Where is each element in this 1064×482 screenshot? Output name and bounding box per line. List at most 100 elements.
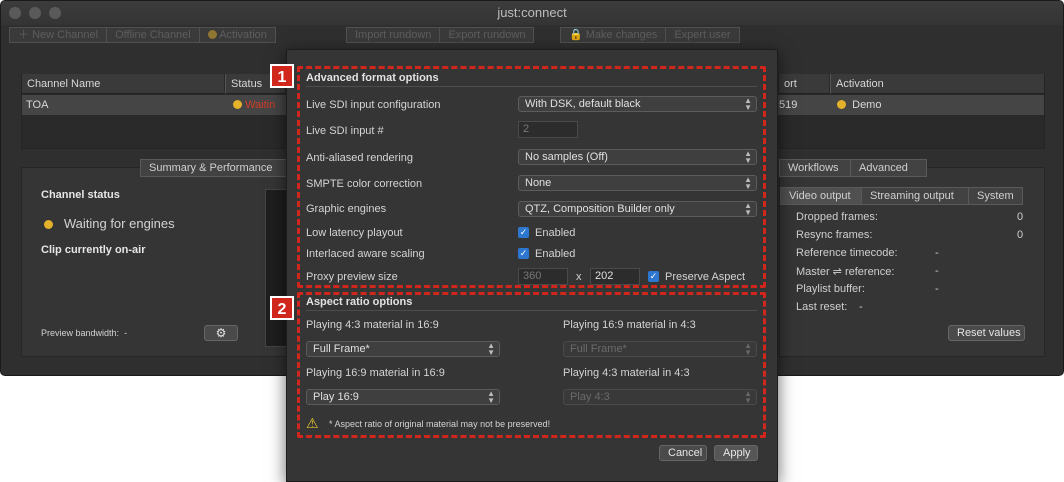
column-header-port[interactable]: ort	[779, 74, 829, 94]
interlaced-checkbox[interactable]: ✓	[518, 248, 529, 259]
playlist-buffer-value: -	[935, 283, 939, 295]
annotation-badge-1: 1	[270, 64, 294, 88]
proxy-height-field[interactable]: 202	[590, 268, 640, 285]
updown-arrows-icon: ▲ ▼	[487, 389, 495, 405]
plus-icon: ＋	[18, 29, 33, 41]
updown-arrows-icon: ▲ ▼	[744, 149, 752, 165]
reset-values-button[interactable]: Reset values	[948, 325, 1025, 341]
column-header-activation[interactable]: Activation	[830, 74, 1044, 94]
warning-icon: ⚠	[306, 415, 319, 431]
import-rundown-button[interactable]: Import rundown	[346, 27, 441, 43]
master-reference-value: -	[935, 265, 939, 277]
expert-user-button[interactable]: Expert user	[666, 27, 740, 43]
clip-on-air-heading: Clip currently on-air	[41, 244, 146, 256]
annotation-box-aspect	[297, 292, 766, 438]
status-dot-icon	[207, 30, 217, 39]
reference-timecode-value: -	[935, 247, 939, 259]
close-window-button[interactable]	[9, 7, 21, 19]
status-dot-icon	[837, 100, 846, 109]
graphic-engines-label: Graphic engines	[306, 203, 387, 215]
dropped-frames-label: Dropped frames:	[796, 211, 878, 223]
checkmark-icon: ✓	[519, 248, 528, 258]
status-dot-icon	[44, 220, 53, 229]
reference-timecode-label: Reference timecode:	[796, 247, 898, 259]
p169-in-169-select[interactable]: Play 16:9 ▲ ▼	[306, 389, 500, 405]
p43-in-43-label: Playing 4:3 material in 4:3	[563, 367, 690, 379]
interlaced-check-label: Enabled	[535, 248, 576, 260]
permissions-toolbar: 🔒 Make changes Expert user	[560, 27, 740, 43]
channel-toolbar: ＋ New Channel Offline Channel Activation	[9, 27, 276, 43]
graphic-engines-select[interactable]: QTZ, Composition Builder only ▲ ▼	[518, 201, 757, 217]
channel-status-heading: Channel status	[41, 189, 120, 201]
updown-arrows-icon: ▲ ▼	[744, 175, 752, 191]
low-latency-checkbox[interactable]: ✓	[518, 227, 529, 238]
tab-workflows[interactable]: Workflows	[779, 159, 851, 177]
resync-frames-label: Resync frames:	[796, 229, 873, 241]
checkmark-icon: ✓	[649, 271, 658, 281]
export-rundown-button[interactable]: Export rundown	[440, 27, 535, 43]
updown-arrows-icon: ▲ ▼	[744, 96, 752, 112]
port-cell: 519	[779, 99, 798, 111]
rundown-toolbar: Import rundown Export rundown	[346, 27, 535, 43]
channel-name-cell: TOA	[26, 99, 49, 111]
updown-arrows-icon: ▲ ▼	[744, 341, 752, 357]
subtab-video-output[interactable]: Video output	[780, 187, 862, 205]
anti-aliased-select[interactable]: No samples (Off) ▲ ▼	[518, 149, 757, 165]
section-divider	[306, 310, 757, 311]
activation-cell: Demo	[837, 95, 957, 115]
updown-arrows-icon: ▲ ▼	[744, 201, 752, 217]
proxy-preview-label: Proxy preview size	[306, 271, 398, 283]
master-reference-label: Master ⇌ reference:	[796, 266, 895, 278]
channel-status-value: Waiting for engines	[44, 216, 175, 231]
p169-in-169-label: Playing 16:9 material in 16:9	[306, 367, 445, 379]
p43-in-169-select[interactable]: Full Frame* ▲ ▼	[306, 341, 500, 357]
annotation-badge-2: 2	[270, 296, 294, 320]
cancel-button[interactable]: Cancel	[659, 445, 707, 461]
p169-in-43-label: Playing 16:9 material in 4:3	[563, 319, 696, 331]
proxy-times-label: x	[576, 271, 582, 283]
zoom-window-button[interactable]	[49, 7, 61, 19]
title-bar: just:connect	[1, 1, 1063, 25]
column-header-channel-name[interactable]: Channel Name	[22, 74, 224, 94]
p169-in-43-select[interactable]: Full Frame* ▲ ▼	[563, 341, 757, 357]
checkmark-icon: ✓	[519, 227, 528, 237]
activation-button[interactable]: Activation	[199, 27, 276, 43]
preview-settings-button[interactable]: ⚙	[204, 325, 238, 341]
smpte-select[interactable]: None ▲ ▼	[518, 175, 757, 191]
anti-aliased-label: Anti-aliased rendering	[306, 152, 414, 164]
dropped-frames-value: 0	[1017, 211, 1024, 223]
make-changes-button[interactable]: 🔒 Make changes	[560, 27, 667, 43]
section-divider	[306, 86, 757, 87]
live-sdi-input-label: Live SDI input #	[306, 125, 384, 137]
aspect-warning-text: * Aspect ratio of original material may …	[329, 419, 551, 429]
subtab-system[interactable]: System	[969, 187, 1023, 205]
minimize-window-button[interactable]	[29, 7, 41, 19]
advanced-format-title: Advanced format options	[306, 72, 439, 84]
playlist-buffer-label: Playlist buffer:	[796, 283, 865, 295]
tab-summary-performance[interactable]: Summary & Performance	[140, 159, 287, 177]
new-channel-button[interactable]: ＋ New Channel	[9, 27, 108, 43]
last-reset-label: Last reset:	[796, 301, 848, 313]
lock-icon: 🔒	[569, 29, 586, 41]
audio-meter	[265, 189, 287, 347]
status-cell: Waitin	[233, 95, 285, 115]
proxy-width-field[interactable]: 360	[518, 268, 568, 285]
updown-arrows-icon: ▲ ▼	[744, 389, 752, 405]
live-sdi-config-label: Live SDI input configuration	[306, 99, 441, 111]
tab-advanced[interactable]: Advanced	[851, 159, 927, 177]
updown-arrows-icon: ▲ ▼	[487, 341, 495, 357]
aspect-ratio-title: Aspect ratio options	[306, 296, 413, 308]
resync-frames-value: 0	[1017, 229, 1024, 241]
apply-button[interactable]: Apply	[714, 445, 758, 461]
window-title: just:connect	[497, 5, 567, 20]
offline-channel-button[interactable]: Offline Channel	[107, 27, 200, 43]
live-sdi-config-select[interactable]: With DSK, default black ▲ ▼	[518, 96, 757, 112]
subtab-streaming-output[interactable]: Streaming output	[862, 187, 969, 205]
interlaced-label: Interlaced aware scaling	[306, 248, 425, 260]
low-latency-label: Low latency playout	[306, 227, 403, 239]
live-sdi-input-field[interactable]: 2	[518, 121, 578, 138]
smpte-label: SMPTE color correction	[306, 178, 423, 190]
gear-icon: ⚙	[215, 326, 227, 340]
p43-in-43-select[interactable]: Play 4:3 ▲ ▼	[563, 389, 757, 405]
preserve-aspect-checkbox[interactable]: ✓	[648, 271, 659, 282]
